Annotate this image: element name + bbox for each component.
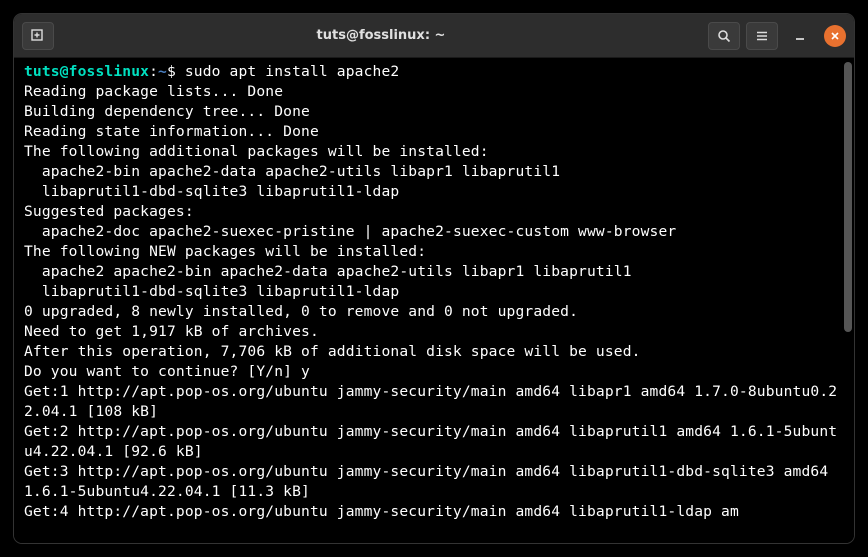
terminal-content: tuts@fosslinux:~$ sudo apt install apach… — [24, 62, 844, 522]
scrollbar[interactable] — [844, 62, 852, 332]
titlebar: tuts@fosslinux: ~ — [14, 14, 854, 58]
new-tab-button[interactable] — [22, 22, 54, 50]
window-title: tuts@fosslinux: ~ — [54, 28, 708, 43]
minimize-button[interactable] — [788, 24, 812, 48]
terminal-body[interactable]: tuts@fosslinux:~$ sudo apt install apach… — [14, 58, 854, 543]
prompt-path: ~ — [158, 63, 167, 80]
new-tab-icon — [31, 29, 45, 43]
command-text: sudo apt install apache2 — [185, 63, 399, 80]
terminal-output: Reading package lists... Done Building d… — [24, 83, 837, 520]
prompt-colon: : — [149, 63, 158, 80]
terminal-window: tuts@fosslinux: ~ — [14, 14, 854, 543]
prompt-user-host: tuts@fosslinux — [24, 63, 149, 80]
search-icon — [717, 29, 731, 43]
prompt-dollar: $ — [167, 63, 185, 80]
close-icon — [830, 31, 840, 41]
close-button[interactable] — [824, 25, 846, 47]
hamburger-icon — [755, 29, 769, 43]
menu-button[interactable] — [746, 22, 778, 50]
titlebar-left — [22, 22, 54, 50]
titlebar-right — [708, 22, 846, 50]
minimize-icon — [794, 30, 806, 42]
search-button[interactable] — [708, 22, 740, 50]
